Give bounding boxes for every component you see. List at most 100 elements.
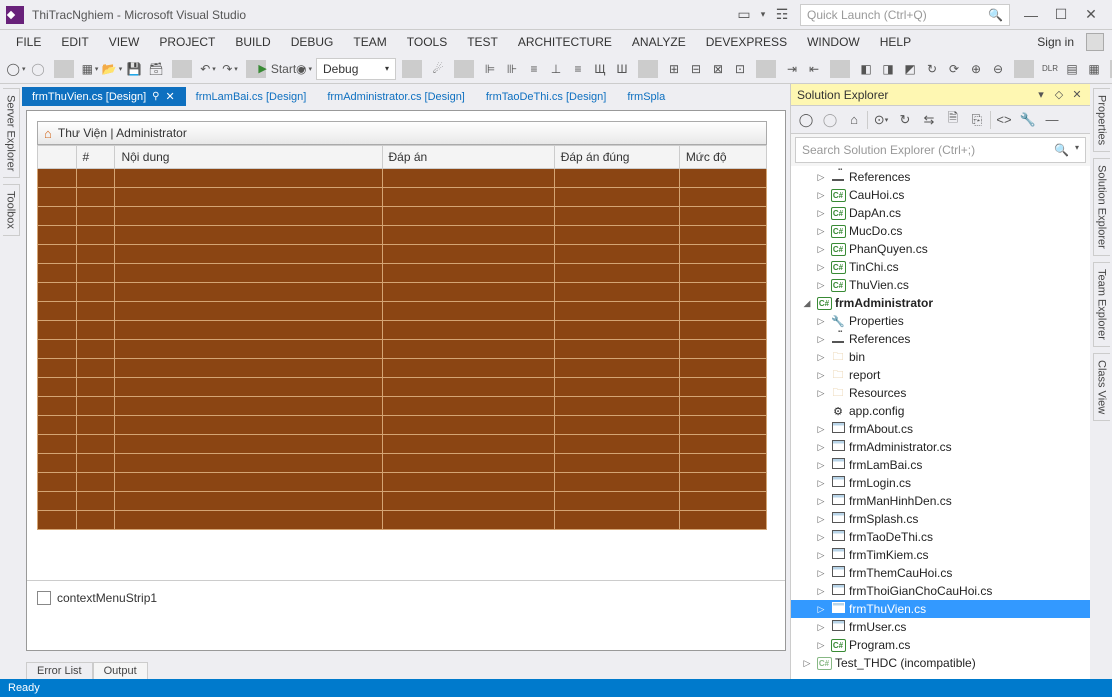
dx-btn-5[interactable]: ⟳ bbox=[944, 58, 964, 80]
expand-icon[interactable]: ▷ bbox=[815, 550, 827, 561]
tree-node[interactable]: ▷C#Program.cs bbox=[791, 636, 1090, 654]
tree-node[interactable]: ▷frmUser.cs bbox=[791, 618, 1090, 636]
save-all-button[interactable]: 🗃 bbox=[146, 58, 166, 80]
expand-icon[interactable]: ▷ bbox=[815, 370, 827, 381]
menu-analyze[interactable]: ANALYZE bbox=[624, 32, 694, 52]
properties-tab[interactable]: Properties bbox=[1093, 88, 1110, 152]
grid-header[interactable]: Nội dung bbox=[115, 146, 382, 169]
expand-icon[interactable]: ▷ bbox=[815, 424, 827, 435]
tree-node[interactable]: ▷frmTaoDeThi.cs bbox=[791, 528, 1090, 546]
tree-node[interactable]: ▷frmSplash.cs bbox=[791, 510, 1090, 528]
dx-btn-8[interactable]: DLR bbox=[1040, 58, 1060, 80]
close-button[interactable]: ✕ bbox=[1076, 5, 1106, 25]
align-btn-2[interactable]: ⊪ bbox=[502, 58, 522, 80]
contextmenustrip-icon[interactable] bbox=[37, 591, 51, 605]
tree-node[interactable]: ⚙app.config bbox=[791, 402, 1090, 420]
table-row[interactable] bbox=[38, 340, 767, 359]
search-icon[interactable]: 🔍 bbox=[1054, 143, 1069, 157]
table-row[interactable] bbox=[38, 397, 767, 416]
sol-code-button[interactable]: <> bbox=[993, 109, 1015, 131]
notifications-dropdown[interactable]: ▾ bbox=[756, 9, 770, 20]
menu-edit[interactable]: EDIT bbox=[53, 32, 96, 52]
sol-preview-button[interactable]: ⎘ bbox=[966, 109, 988, 131]
expand-icon[interactable]: ▷ bbox=[801, 658, 813, 669]
tray-item-label[interactable]: contextMenuStrip1 bbox=[57, 591, 157, 605]
expand-icon[interactable]: ▷ bbox=[815, 244, 827, 255]
spacing-btn-1[interactable]: ⊞ bbox=[664, 58, 684, 80]
expand-icon[interactable]: ▷ bbox=[815, 586, 827, 597]
align-btn-4[interactable]: ⊥ bbox=[546, 58, 566, 80]
expand-icon[interactable]: ▷ bbox=[815, 352, 827, 363]
solution-search-input[interactable]: Search Solution Explorer (Ctrl+;) 🔍▾ bbox=[795, 137, 1086, 163]
spacing-btn-4[interactable]: ⊡ bbox=[730, 58, 750, 80]
tree-node[interactable]: ▷C#MucDo.cs bbox=[791, 222, 1090, 240]
expand-icon[interactable]: ▷ bbox=[815, 172, 827, 183]
open-file-button[interactable]: 📂▾ bbox=[102, 58, 122, 80]
dx-btn-4[interactable]: ↻ bbox=[922, 58, 942, 80]
expand-icon[interactable]: ▷ bbox=[815, 568, 827, 579]
config-combo[interactable]: Debug▾ bbox=[316, 58, 396, 80]
sol-refresh-button[interactable]: ↻ bbox=[894, 109, 916, 131]
layout-btn-1[interactable]: ☄ bbox=[428, 58, 448, 80]
doc-tab[interactable]: frmTaoDeThi.cs [Design] bbox=[476, 88, 617, 106]
tree-node[interactable]: ▷C#DapAn.cs bbox=[791, 204, 1090, 222]
signin-link[interactable]: Sign in bbox=[1029, 32, 1082, 52]
align-btn-5[interactable]: ≡ bbox=[568, 58, 588, 80]
table-row[interactable] bbox=[38, 359, 767, 378]
dx-btn-3[interactable]: ◩ bbox=[900, 58, 920, 80]
menu-file[interactable]: FILE bbox=[8, 32, 49, 52]
sol-collapse-button[interactable]: ⇆ bbox=[918, 109, 940, 131]
table-row[interactable] bbox=[38, 169, 767, 188]
dx-btn-2[interactable]: ◨ bbox=[878, 58, 898, 80]
solution-tree[interactable]: ▷References▷C#CauHoi.cs▷C#DapAn.cs▷C#Muc… bbox=[791, 166, 1090, 679]
expand-icon[interactable]: ▷ bbox=[815, 208, 827, 219]
table-row[interactable] bbox=[38, 511, 767, 530]
size-btn-2[interactable]: ⇤ bbox=[804, 58, 824, 80]
tree-node[interactable]: ▷frmAbout.cs bbox=[791, 420, 1090, 438]
dx-btn-10[interactable]: ▦ bbox=[1084, 58, 1104, 80]
data-grid[interactable]: #Nội dungĐáp ánĐáp án đúngMức độ bbox=[37, 145, 767, 530]
table-row[interactable] bbox=[38, 207, 767, 226]
expand-icon[interactable]: ▷ bbox=[815, 262, 827, 273]
error-list-tab[interactable]: Error List bbox=[26, 662, 93, 679]
user-icon[interactable] bbox=[1086, 33, 1104, 51]
table-row[interactable] bbox=[38, 378, 767, 397]
undo-button[interactable]: ↶▾ bbox=[198, 58, 218, 80]
tree-node[interactable]: ▷frmManHinhDen.cs bbox=[791, 492, 1090, 510]
expand-icon[interactable]: ▷ bbox=[815, 388, 827, 399]
menu-architecture[interactable]: ARCHITECTURE bbox=[510, 32, 620, 52]
tree-node[interactable]: ▷🗀report bbox=[791, 366, 1090, 384]
tree-node[interactable]: ▷C#TinChi.cs bbox=[791, 258, 1090, 276]
class-view-tab[interactable]: Class View bbox=[1093, 353, 1110, 421]
minimize-button[interactable]: — bbox=[1016, 5, 1046, 25]
table-row[interactable] bbox=[38, 283, 767, 302]
menu-view[interactable]: VIEW bbox=[101, 32, 148, 52]
table-row[interactable] bbox=[38, 435, 767, 454]
nav-fwd-button[interactable]: ◯ bbox=[28, 58, 48, 80]
tree-node[interactable]: ▷frmLogin.cs bbox=[791, 474, 1090, 492]
align-btn-6[interactable]: Щ bbox=[590, 58, 610, 80]
grid-header[interactable]: Đáp án đúng bbox=[554, 146, 679, 169]
menu-team[interactable]: TEAM bbox=[345, 32, 394, 52]
sol-sync-button[interactable]: ⊙▾ bbox=[870, 109, 892, 131]
tree-node[interactable]: ▷C#CauHoi.cs bbox=[791, 186, 1090, 204]
expand-icon[interactable]: ▷ bbox=[815, 334, 827, 345]
search-dropdown-icon[interactable]: ▾ bbox=[1075, 143, 1079, 157]
nav-back-button[interactable]: ◯▾ bbox=[6, 58, 26, 80]
toolbox-tab[interactable]: Toolbox bbox=[3, 184, 20, 236]
tree-node[interactable]: ▷C#PhanQuyen.cs bbox=[791, 240, 1090, 258]
table-row[interactable] bbox=[38, 321, 767, 340]
expand-icon[interactable]: ▷ bbox=[815, 442, 827, 453]
tree-node[interactable]: ▷frmLamBai.cs bbox=[791, 456, 1090, 474]
browser-select-button[interactable]: ◉▾ bbox=[294, 58, 314, 80]
tree-node[interactable]: ▷C#Test_THDC (incompatible) bbox=[791, 654, 1090, 672]
table-row[interactable] bbox=[38, 492, 767, 511]
expand-icon[interactable]: ▷ bbox=[815, 604, 827, 615]
spacing-btn-2[interactable]: ⊟ bbox=[686, 58, 706, 80]
feedback-icon[interactable]: ☶ bbox=[770, 6, 794, 23]
redo-button[interactable]: ↷▾ bbox=[220, 58, 240, 80]
tree-node[interactable]: ▷C#ThuVien.cs bbox=[791, 276, 1090, 294]
menu-debug[interactable]: DEBUG bbox=[283, 32, 342, 52]
align-btn-1[interactable]: ⊫ bbox=[480, 58, 500, 80]
expand-icon[interactable]: ▷ bbox=[815, 316, 827, 327]
